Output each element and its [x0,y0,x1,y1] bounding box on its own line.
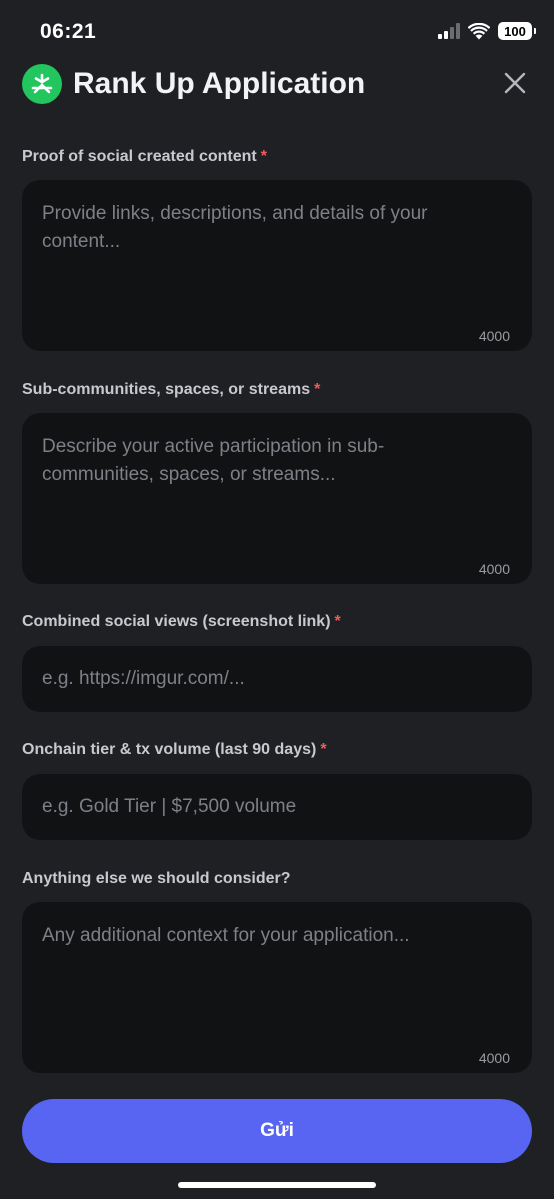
field-label-onchain-tier: Onchain tier & tx volume (last 90 days) * [22,741,327,759]
status-bar: 06:21 100 [0,0,554,62]
social-content-field[interactable]: 4000 [22,180,532,351]
anything-else-textarea[interactable] [42,922,482,1032]
onchain-tier-field[interactable] [22,774,532,840]
field-label-social-views: Combined social views (screenshot link) * [22,613,341,631]
social-views-field[interactable] [22,646,532,712]
page-title: Rank Up Application [73,67,366,100]
sub-communities-field[interactable]: 4000 [22,413,532,584]
social-content-textarea[interactable] [42,200,482,310]
field-label-anything-else: Anything else we should consider? [22,870,290,888]
close-icon [504,72,526,94]
wifi-icon [468,22,490,39]
required-mark: * [334,613,341,630]
field-label-sub-communities: Sub-communities, spaces, or streams * [22,381,320,399]
field-label-text: Anything else we should consider? [22,870,291,887]
field-label-text: Combined social views (screenshot link) [22,613,331,630]
sub-communities-textarea[interactable] [42,433,482,543]
field-label-text: Sub-communities, spaces, or streams [22,381,311,398]
field-label-text: Onchain tier & tx volume (last 90 days) [22,741,317,758]
social-views-input[interactable] [42,646,502,712]
battery-icon: 100 [498,22,536,40]
signal-icon [438,23,460,39]
field-label-text: Proof of social created content [22,148,257,165]
status-icons: 100 [438,22,536,40]
onchain-tier-input[interactable] [42,774,502,840]
app-logo-icon [22,64,62,104]
submit-button[interactable]: Gửi [22,1099,532,1163]
anything-else-field[interactable]: 4000 [22,902,532,1073]
status-time: 06:21 [40,20,97,43]
char-counter: 4000 [478,561,510,577]
required-mark: * [320,741,327,758]
required-mark: * [260,148,267,165]
home-indicator [178,1182,376,1188]
field-label-social-content: Proof of social created content * [22,148,267,166]
close-button[interactable] [500,68,530,98]
char-counter: 4000 [478,1050,510,1066]
header: Rank Up Application [22,62,532,106]
required-mark: * [314,381,321,398]
app-screen: 06:21 100 Rank Up Application Proof of s… [0,0,554,1199]
char-counter: 4000 [478,328,510,344]
